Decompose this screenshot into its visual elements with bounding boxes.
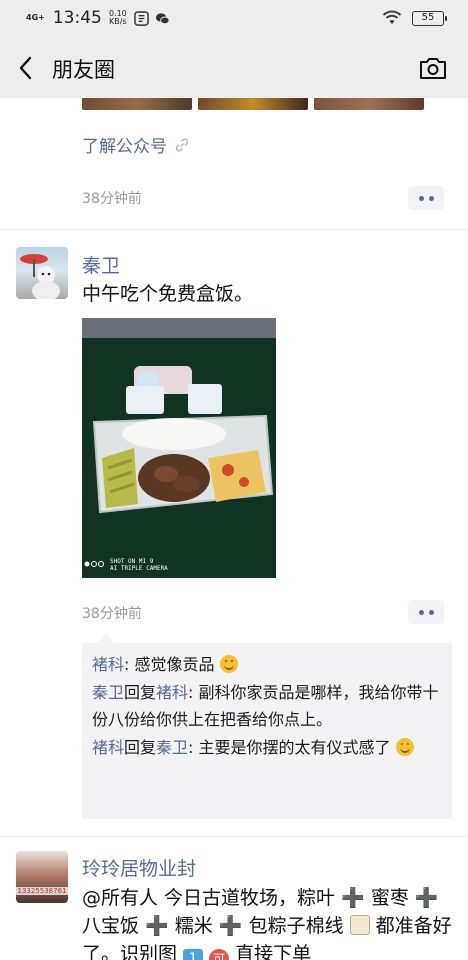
post-text-part: 糯米 xyxy=(174,915,213,937)
plus-icon: ➕ xyxy=(145,915,169,937)
thread-spool-icon xyxy=(349,915,370,935)
emoji-smirk-icon xyxy=(395,738,414,756)
status-bar: 4G+ 13:45 0.10 KB/s 55 xyxy=(0,0,468,38)
prev-post-images xyxy=(82,98,424,110)
camera-watermark: SHOT ON MI 9 AI TRIPLE CAMERA xyxy=(88,558,168,572)
commenter-name[interactable]: 褚科 xyxy=(92,655,124,674)
avatar-snowman-image xyxy=(20,254,60,299)
network-speed-unit: KB/s xyxy=(109,17,127,26)
network-indicator: 4G+ xyxy=(26,13,45,22)
more-dots-icon[interactable] xyxy=(408,600,444,624)
post-text-part: 八宝饭 xyxy=(82,915,140,937)
comment-separator: : xyxy=(188,683,199,702)
post-time: 38分钟前 xyxy=(82,191,142,207)
emoji-smirk-icon xyxy=(219,655,238,673)
prev-post-image[interactable] xyxy=(314,98,424,110)
reply-to-name[interactable]: 褚科 xyxy=(156,683,188,702)
camera-icon[interactable] xyxy=(418,54,448,82)
post-text: 中午吃个免费盒饭。 xyxy=(82,283,254,305)
post-author[interactable]: 玲玲居物业封 xyxy=(82,854,196,881)
nav-bar: 朋友圈 xyxy=(0,38,468,98)
reply-word: 回复 xyxy=(124,738,157,757)
post-photo[interactable]: SHOT ON MI 9 AI TRIPLE CAMERA xyxy=(82,318,276,578)
notification-icon xyxy=(134,10,149,26)
reply-to-name[interactable]: 秦卫 xyxy=(156,738,188,757)
may-badge-icon: 可 xyxy=(209,949,230,960)
post-text-part: 直接下单 xyxy=(235,943,312,960)
avatar[interactable]: 13325538761 xyxy=(16,851,68,903)
comment[interactable]: 褚科: 感觉像贡品 xyxy=(92,651,442,678)
camera-watermark-line2: AI TRIPLE CAMERA xyxy=(110,565,168,572)
post-divider xyxy=(0,229,468,230)
comment-separator: : xyxy=(124,655,135,674)
plus-icon: ➕ xyxy=(218,915,243,937)
post-text-part: 蜜枣 xyxy=(370,887,409,909)
post-divider xyxy=(0,836,468,837)
post-text: @所有人 今日古道牧场，粽叶 ➕ 蜜枣 ➕ 八宝饭 ➕ 糯米 ➕ 包粽子棉线 都… xyxy=(82,884,452,960)
comment-text: 感觉像贡品 xyxy=(134,655,215,674)
prev-post-image[interactable] xyxy=(198,98,308,110)
link-label: 了解公众号 xyxy=(82,137,167,157)
post-text-part: @所有人 今日古道牧场，粽叶 xyxy=(82,887,336,909)
keycap-one-icon: 1 xyxy=(183,949,204,960)
post-time: 38分钟前 xyxy=(82,606,142,622)
more-dots-icon[interactable] xyxy=(408,186,444,210)
comment-separator: : xyxy=(188,738,199,757)
wifi-icon xyxy=(382,10,402,24)
comment[interactable]: 秦卫回复褚科: 副科你家贡品是哪样，我给你带十份八份给你供上在把香给你点上。 xyxy=(92,679,442,733)
avatar[interactable] xyxy=(16,247,68,299)
status-time: 13:45 xyxy=(52,8,102,28)
post-text-part: 包粽子棉线 xyxy=(248,915,344,937)
avatar-phone: 13325538761 xyxy=(16,887,68,895)
lunch-box-image xyxy=(82,318,276,578)
reply-word: 回复 xyxy=(124,683,157,702)
commenter-name[interactable]: 秦卫 xyxy=(92,683,124,702)
network-speed: 0.10 KB/s xyxy=(108,10,128,26)
camera-watermark-line1: SHOT ON MI 9 xyxy=(110,558,154,565)
comment-text: 主要是你摆的太有仪式感了 xyxy=(198,738,391,757)
page-title: 朋友圈 xyxy=(52,58,115,82)
commenter-name[interactable]: 褚科 xyxy=(92,738,124,757)
comments-box: 褚科: 感觉像贡品 秦卫回复褚科: 副科你家贡品是哪样，我给你带十份八份给你供上… xyxy=(82,633,452,819)
wechat-notify-icon xyxy=(155,12,170,24)
prev-post-image[interactable] xyxy=(82,98,192,110)
comment[interactable]: 褚科回复秦卫: 主要是你摆的太有仪式感了 xyxy=(92,734,442,761)
link-icon xyxy=(175,138,189,151)
post-author[interactable]: 秦卫 xyxy=(82,251,120,278)
back-arrow-icon[interactable] xyxy=(14,54,40,82)
learn-official-account-link[interactable]: 了解公众号 xyxy=(82,132,191,157)
plus-icon: ➕ xyxy=(414,887,439,909)
battery-icon: 55 xyxy=(412,10,447,26)
moments-feed[interactable]: 了解公众号 38分钟前 秦卫 中午吃个免费盒饭。 SHOT ON MI 9 AI… xyxy=(0,98,468,960)
plus-icon: ➕ xyxy=(341,887,365,909)
